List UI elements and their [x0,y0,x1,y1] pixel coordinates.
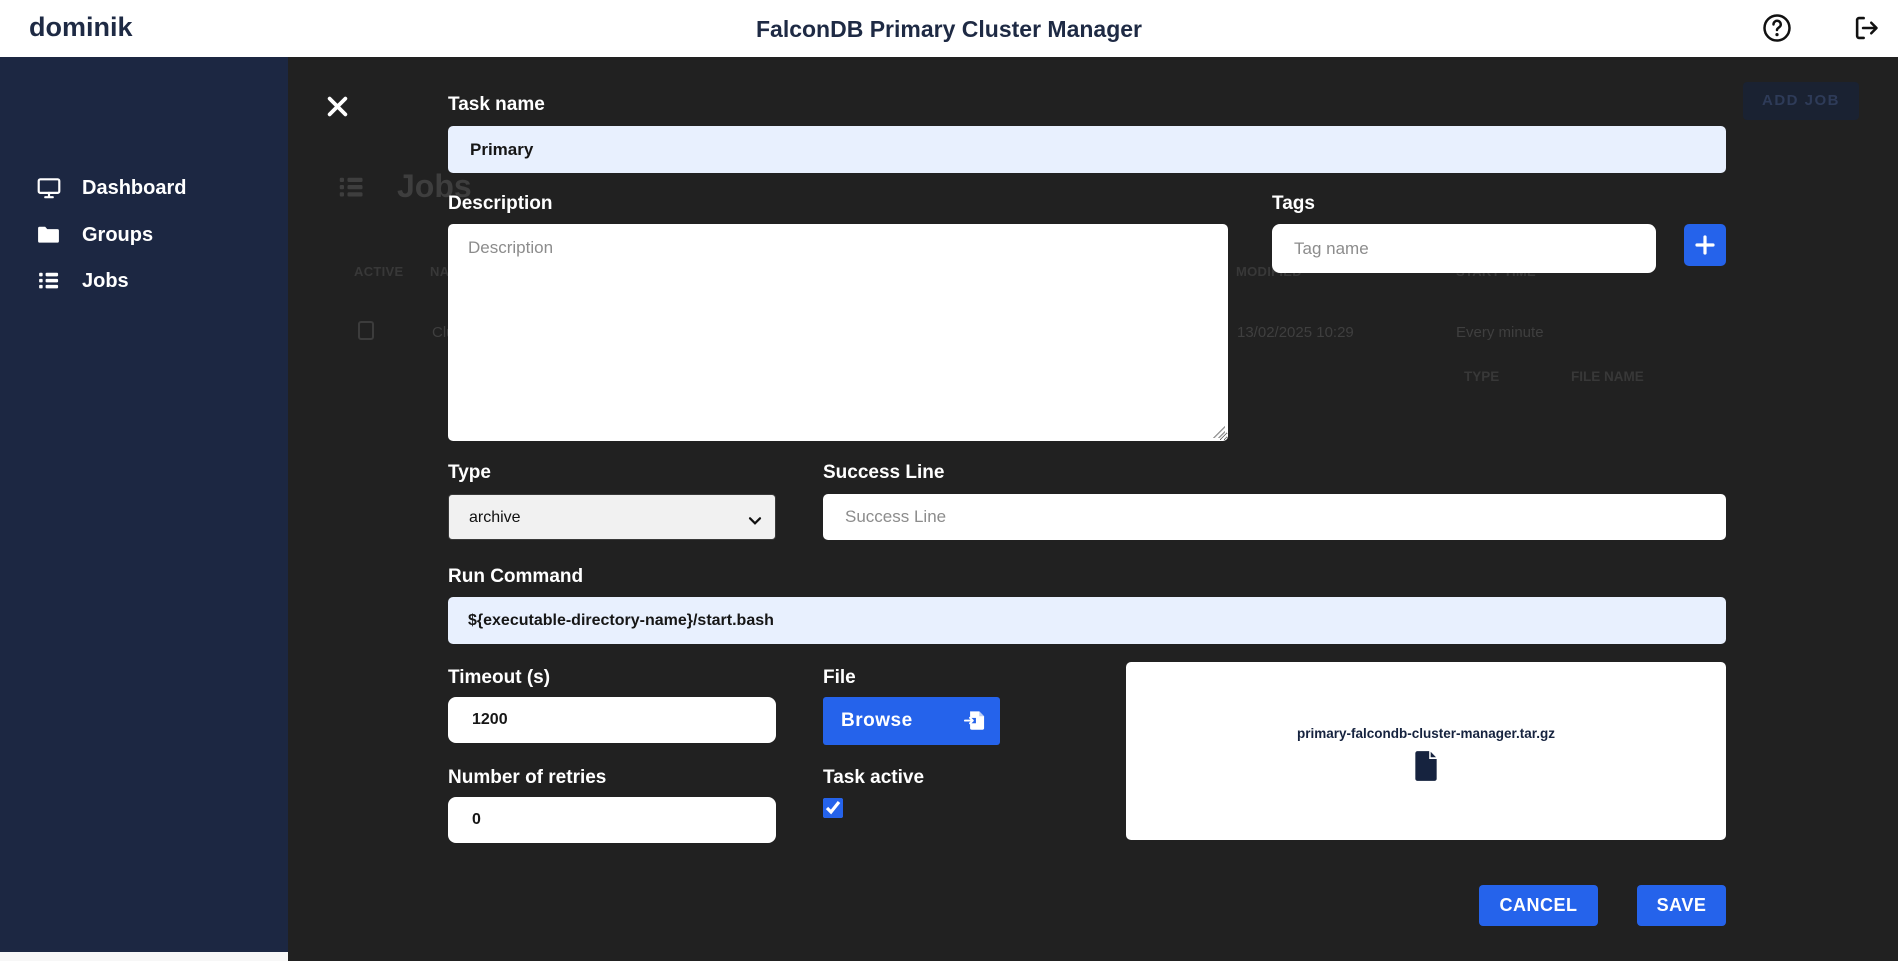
file-import-icon [963,709,986,738]
type-select[interactable]: archive [448,494,776,540]
sidebar-item-jobs[interactable]: Jobs [0,265,288,297]
file-label: File [823,668,856,689]
logout-icon[interactable] [1852,14,1880,47]
sidebar-item-label: Dashboard [82,177,186,200]
task-active-label: Task active [823,768,924,789]
page-title: FalconDB Primary Cluster Manager [0,16,1898,43]
task-active-checkbox[interactable] [823,798,843,818]
timeout-label: Timeout (s) [448,668,550,689]
app: dominik FalconDB Primary Cluster Manager [0,0,1898,961]
table-header-active: ACTIVE [354,264,403,279]
app-header: dominik FalconDB Primary Cluster Manager [0,0,1898,57]
retries-label: Number of retries [448,768,606,789]
uploaded-file-panel: primary-falcondb-cluster-manager.tar.gz [1126,662,1726,840]
close-icon[interactable] [324,93,351,123]
description-textarea[interactable] [448,224,1228,441]
retries-input[interactable] [448,797,776,843]
row-start-time: Every minute [1456,324,1544,341]
add-job-button-dimmed: ADD JOB [1743,82,1859,120]
browse-button[interactable]: Browse [823,697,1000,745]
success-line-label: Success Line [823,463,944,484]
sidebar-item-label: Groups [82,224,153,247]
browse-button-label: Browse [841,710,913,731]
list-icon-dimmed [336,172,366,207]
cancel-button[interactable]: CANCEL [1479,885,1598,926]
add-tag-button[interactable] [1684,224,1726,266]
help-icon[interactable] [1762,13,1792,48]
sidebar-item-groups[interactable]: Groups [0,219,288,251]
subtable-header-type: TYPE [1464,369,1499,384]
uploaded-file-name: primary-falcondb-cluster-manager.tar.gz [1126,726,1726,741]
run-command-label: Run Command [448,567,583,588]
tag-name-input[interactable] [1272,224,1656,273]
sidebar-item-dashboard[interactable]: Dashboard [0,172,288,204]
tags-label: Tags [1272,194,1315,215]
folder-icon [36,222,62,248]
row-modified: 13/02/2025 10:29 [1237,324,1354,341]
file-icon [1413,750,1439,787]
sidebar: Dashboard Groups Jobs [0,57,288,952]
type-label: Type [448,463,491,484]
subtable-header-file-name: FILE NAME [1571,369,1644,384]
list-icon [36,268,62,294]
task-name-input[interactable] [448,126,1726,173]
task-name-label: Task name [448,95,545,116]
save-button[interactable]: SAVE [1637,885,1726,926]
success-line-input[interactable] [823,494,1726,540]
monitor-icon [36,175,62,201]
plus-icon [1693,237,1717,252]
description-label: Description [448,194,553,215]
run-command-input[interactable] [448,597,1726,644]
timeout-input[interactable] [448,697,776,743]
sidebar-footer-strip [0,952,288,961]
row-checkbox-dimmed [358,321,374,340]
sidebar-item-label: Jobs [82,270,129,293]
